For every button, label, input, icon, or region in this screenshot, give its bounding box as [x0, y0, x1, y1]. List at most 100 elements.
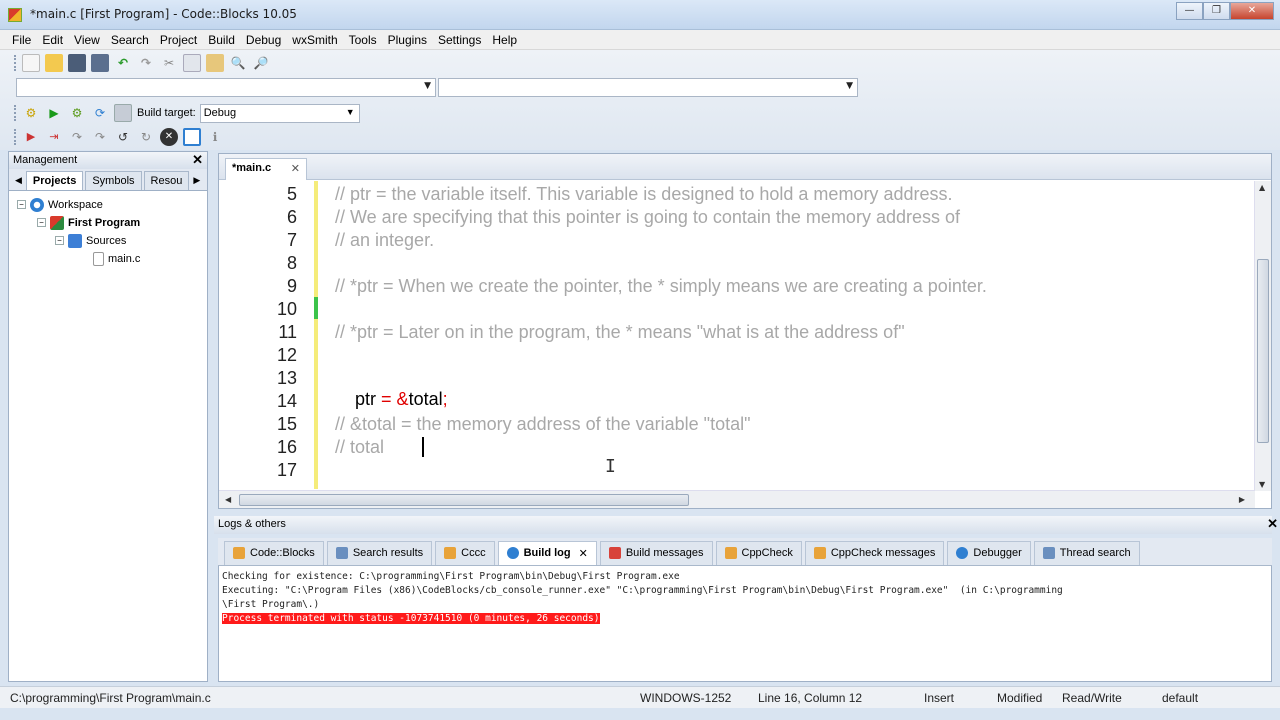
- code-line[interactable]: // *ptr = When we create the pointer, th…: [335, 276, 987, 297]
- tab-label: Search results: [352, 547, 424, 559]
- collapse-icon[interactable]: −: [55, 236, 64, 245]
- abort-icon[interactable]: [114, 104, 132, 122]
- step-out-icon[interactable]: ↻: [137, 128, 155, 146]
- debug-windows-icon[interactable]: [183, 128, 201, 146]
- line-number: 10: [276, 299, 297, 319]
- horizontal-scrollbar[interactable]: ◀ ▶: [219, 490, 1255, 508]
- tab-build-messages[interactable]: Build messages: [599, 541, 713, 565]
- status-access: Read/Write: [1062, 691, 1122, 705]
- search-icon: [1042, 547, 1055, 559]
- build-and-run-icon[interactable]: ⚙: [68, 104, 86, 122]
- menu-help[interactable]: Help: [492, 33, 517, 47]
- tab-projects[interactable]: Projects: [25, 171, 84, 190]
- code-line[interactable]: // *ptr = Later on in the program, the *…: [335, 322, 905, 343]
- tab-resources[interactable]: Resou: [143, 171, 190, 190]
- debug-run-icon[interactable]: ▶: [22, 128, 40, 146]
- tree-folder-sources[interactable]: − Sources: [55, 232, 126, 249]
- toolbar-grip[interactable]: [14, 105, 18, 121]
- chevron-left-icon[interactable]: ◀: [13, 176, 26, 190]
- minimize-button[interactable]: —: [1176, 2, 1203, 20]
- menu-plugins[interactable]: Plugins: [388, 33, 427, 47]
- step-into-icon[interactable]: ↺: [114, 128, 132, 146]
- menu-file[interactable]: File: [12, 33, 31, 47]
- menu-search[interactable]: Search: [111, 33, 149, 47]
- code-line[interactable]: // &total = the memory address of the va…: [335, 414, 751, 435]
- management-header: Management ✕: [9, 152, 207, 169]
- menu-project[interactable]: Project: [160, 33, 197, 47]
- menu-wxsmith[interactable]: wxSmith: [292, 33, 337, 47]
- close-icon[interactable]: ✕: [579, 547, 588, 560]
- save-icon[interactable]: [68, 54, 86, 72]
- tab-label: Code::Blocks: [250, 547, 315, 559]
- tree-file-main[interactable]: main.c: [93, 250, 140, 267]
- close-icon[interactable]: ✕: [291, 162, 300, 175]
- build-log-output[interactable]: Checking for existence: C:\programming\F…: [218, 566, 1272, 682]
- scope-combo[interactable]: ▼: [16, 78, 436, 97]
- window-controls: — ❐ ✕: [1176, 2, 1274, 20]
- scroll-down-icon[interactable]: ▼: [1259, 480, 1265, 489]
- paste-icon[interactable]: [206, 54, 224, 72]
- code-line[interactable]: // We are specifying that this pointer i…: [335, 207, 960, 228]
- tab-search-results[interactable]: Search results: [326, 541, 433, 565]
- tab-cppcheck[interactable]: CppCheck: [715, 541, 802, 565]
- tab-cppcheck-messages[interactable]: CppCheck messages: [804, 541, 945, 565]
- tab-label: CppCheck messages: [830, 547, 936, 559]
- next-instruction-icon[interactable]: ↷: [91, 128, 109, 146]
- tree-project[interactable]: − First Program: [37, 214, 140, 231]
- menu-view[interactable]: View: [74, 33, 100, 47]
- collapse-icon[interactable]: −: [17, 200, 26, 209]
- close-button[interactable]: ✕: [1230, 2, 1274, 20]
- next-line-icon[interactable]: ↷: [68, 128, 86, 146]
- run-to-cursor-icon[interactable]: ⇥: [45, 128, 63, 146]
- horizontal-scroll-thumb[interactable]: [239, 494, 689, 506]
- code-line[interactable]: // ptr = the variable itself. This varia…: [335, 184, 952, 205]
- chevron-right-icon[interactable]: ▶: [191, 176, 204, 190]
- scroll-left-icon[interactable]: ◀: [225, 495, 231, 504]
- open-folder-icon[interactable]: [45, 54, 63, 72]
- tab-codeblocks-log[interactable]: Code::Blocks: [224, 541, 324, 565]
- vertical-scroll-thumb[interactable]: [1257, 259, 1269, 443]
- menu-settings[interactable]: Settings: [438, 33, 481, 47]
- rebuild-icon[interactable]: ⟳: [91, 104, 109, 122]
- function-combo[interactable]: ▼: [438, 78, 858, 97]
- new-file-icon[interactable]: [22, 54, 40, 72]
- menu-tools[interactable]: Tools: [349, 33, 377, 47]
- undo-icon[interactable]: ↶: [114, 54, 132, 72]
- redo-icon[interactable]: ↷: [137, 54, 155, 72]
- build-gear-icon[interactable]: ⚙: [22, 104, 40, 122]
- find-icon[interactable]: 🔍: [229, 54, 247, 72]
- stop-debugger-icon[interactable]: ✕: [160, 128, 178, 146]
- tab-thread-search[interactable]: Thread search: [1033, 541, 1140, 565]
- cut-icon[interactable]: ✂: [160, 54, 178, 72]
- vertical-scrollbar[interactable]: ▲ ▼: [1254, 181, 1271, 491]
- menu-build[interactable]: Build: [208, 33, 235, 47]
- close-icon[interactable]: ✕: [192, 152, 203, 168]
- toolbar-grip[interactable]: [14, 55, 18, 71]
- code-line[interactable]: // an integer.: [335, 230, 434, 251]
- maximize-button[interactable]: ❐: [1203, 2, 1230, 20]
- tree-workspace[interactable]: − Workspace: [17, 196, 103, 213]
- mouse-ibeam-cursor: I: [605, 456, 616, 477]
- toolbar-grip[interactable]: [14, 129, 18, 145]
- run-icon[interactable]: ▶: [45, 104, 63, 122]
- logs-tabs: Code::Blocks Search results Cccc Build l…: [218, 538, 1272, 566]
- file-label: main.c: [108, 252, 141, 265]
- close-icon[interactable]: ✕: [1267, 516, 1278, 532]
- tab-build-log[interactable]: Build log ✕: [497, 541, 597, 565]
- menu-edit[interactable]: Edit: [42, 33, 63, 47]
- menu-debug[interactable]: Debug: [246, 33, 281, 47]
- tab-main-c[interactable]: *main.c ✕: [225, 158, 307, 180]
- copy-icon[interactable]: [183, 54, 201, 72]
- info-icon[interactable]: ℹ: [206, 128, 224, 146]
- tab-debugger[interactable]: Debugger: [947, 541, 1031, 565]
- scroll-up-icon[interactable]: ▲: [1259, 183, 1265, 192]
- scroll-right-icon[interactable]: ▶: [1239, 495, 1245, 504]
- code-token: =: [376, 389, 397, 409]
- tab-cccc[interactable]: Cccc: [435, 541, 495, 565]
- code-line[interactable]: // total: [335, 437, 384, 458]
- tab-symbols[interactable]: Symbols: [85, 171, 142, 190]
- save-all-icon[interactable]: [91, 54, 109, 72]
- replace-icon[interactable]: 🔎: [252, 54, 270, 72]
- collapse-icon[interactable]: −: [37, 218, 46, 227]
- build-target-select[interactable]: Debug ▼: [199, 103, 360, 123]
